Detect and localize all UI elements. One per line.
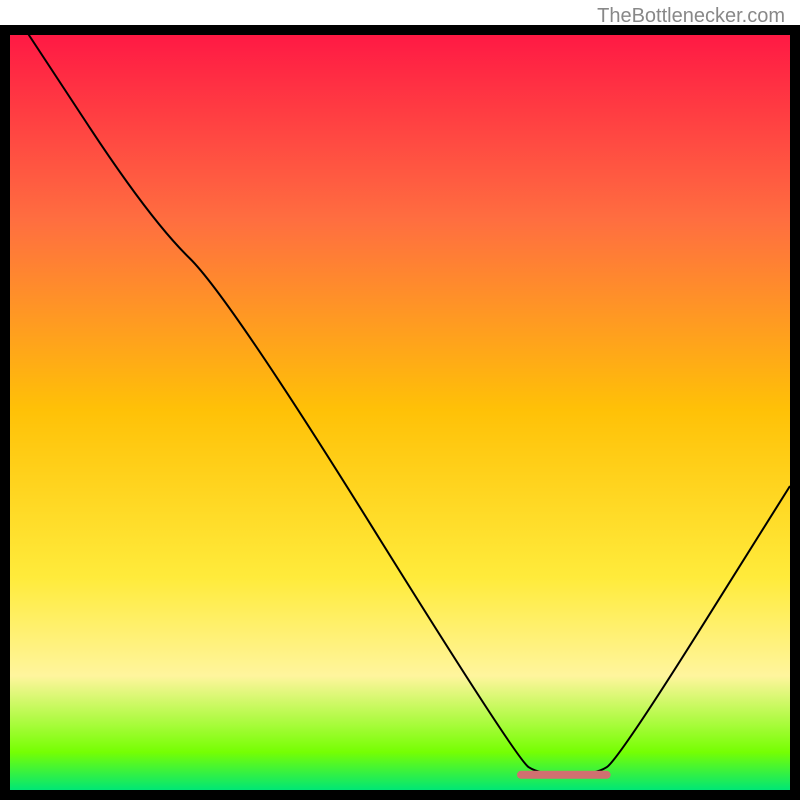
chart-container: TheBottlenecker.com	[0, 0, 800, 800]
chart-svg	[0, 0, 800, 800]
watermark-text: TheBottlenecker.com	[597, 5, 785, 28]
plot-area	[5, 30, 795, 795]
chart-background	[10, 30, 790, 790]
optimal-marker	[517, 771, 611, 779]
